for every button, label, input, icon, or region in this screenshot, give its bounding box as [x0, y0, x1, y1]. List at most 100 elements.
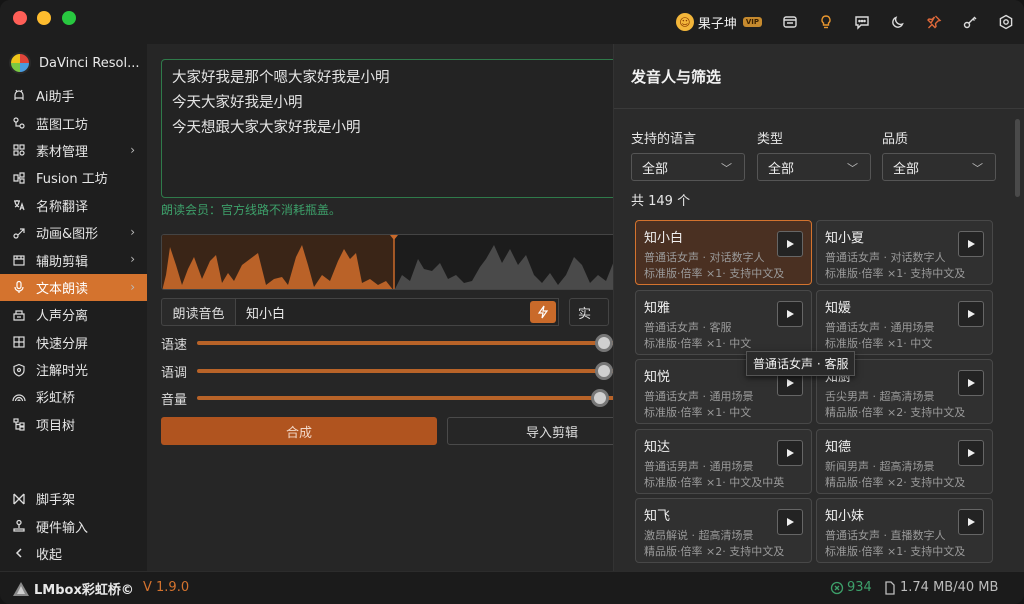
play-button[interactable]	[958, 231, 984, 257]
voice-meta: 精品版·倍率 ×2· 支持中文及...	[644, 545, 784, 559]
pin-icon[interactable]	[916, 6, 952, 38]
voice-meta: 标准版·倍率 ×1· 支持中文及...	[825, 545, 965, 559]
slider-track[interactable]	[197, 334, 621, 352]
user-name: 果子坤	[697, 16, 737, 32]
scrollbar[interactable]	[1015, 119, 1020, 197]
voice-card[interactable]: 知飞 激昂解说 · 超高清场景 精品版·倍率 ×2· 支持中文及...	[635, 498, 812, 564]
sidebar-item-translate[interactable]: 名称翻译	[0, 192, 147, 219]
version: V 1.9.0	[143, 580, 190, 595]
lightbulb-icon[interactable]	[808, 6, 844, 38]
voice-card[interactable]: 知小妹 普通话女声 · 直播数字人 标准版·倍率 ×1· 支持中文及...	[816, 498, 993, 564]
key-icon[interactable]	[952, 6, 988, 38]
microphone-icon	[12, 280, 26, 294]
assets-icon	[12, 143, 26, 157]
brand: LMbox彩虹桥©	[12, 579, 134, 598]
sidebar-item-assets[interactable]: 素材管理 ›	[0, 137, 147, 164]
slider-knob[interactable]	[595, 362, 614, 380]
chevron-down-icon: ﹀	[972, 162, 983, 175]
script-textarea[interactable]: 大家好我是那个嗯大家好我是小明 今天大家好我是小明 今天想跟大家大家好我是小明	[161, 59, 631, 198]
voice-desc: 舌尖男声 · 超高清场景	[825, 390, 935, 404]
play-button[interactable]	[958, 370, 984, 397]
store-icon[interactable]	[772, 6, 808, 38]
play-button[interactable]	[958, 509, 984, 536]
script-line: 今天想跟大家大家好我是小明	[172, 120, 361, 136]
waveform-preview[interactable]	[161, 234, 631, 290]
sidebar-item-label: 收起	[36, 547, 63, 563]
script-line: 今天大家好我是小明	[172, 95, 303, 111]
sidebar-item-fusion[interactable]: Fusion 工坊	[0, 164, 147, 191]
voice-value-field[interactable]: 知小白	[235, 298, 559, 326]
pitch-slider[interactable]: 语调	[161, 361, 621, 381]
lightning-icon[interactable]	[530, 301, 556, 323]
app-selector[interactable]: DaVinci Resol...	[0, 44, 147, 82]
voice-card[interactable]: 知德 新闻男声 · 超高清场景 精品版·倍率 ×2· 支持中文及...	[816, 428, 993, 494]
sidebar-item-grid[interactable]: 快速分屏	[0, 329, 147, 356]
sidebar-item-scaffold[interactable]: 脚手架	[0, 485, 147, 512]
speed-slider[interactable]: 语速	[161, 333, 621, 353]
sidebar-item-label: 蓝图工坊	[36, 117, 89, 133]
sidebar-item-microphone[interactable]: 文本朗读 ›	[0, 273, 147, 302]
member-note: 朗读会员：官方线路不消耗瓶盖。	[161, 203, 342, 217]
divider	[614, 108, 1024, 109]
voice-desc: 普通话女声 · 通用场景	[644, 390, 754, 404]
chevron-right-icon: ›	[130, 252, 135, 267]
play-button[interactable]	[777, 231, 803, 257]
sidebar-item-ai[interactable]: Ai助手	[0, 82, 147, 109]
synthesize-button[interactable]: 合成	[161, 417, 437, 445]
sidebar-item-label: 名称翻译	[36, 199, 89, 215]
voice-card[interactable]: 知媛 普通话女声 · 通用场景 标准版·倍率 ×1· 中文	[816, 289, 993, 355]
user-account[interactable]: ☺ 果子坤 VIP	[675, 13, 762, 32]
status-bar: LMbox彩虹桥© V 1.9.0 934 1.74 MB/40 MB	[0, 571, 1024, 604]
play-button[interactable]	[777, 300, 803, 327]
maximize-window-button[interactable]	[62, 11, 76, 25]
language-select[interactable]: 全部 ﹀	[631, 153, 745, 181]
chevron-right-icon: ›	[130, 279, 135, 294]
sidebar-collapse-button[interactable]: 收起	[0, 540, 147, 567]
animation-icon	[12, 226, 26, 240]
select-value: 全部	[893, 161, 920, 177]
message-icon[interactable]	[844, 6, 880, 38]
voice-meta: 标准版·倍率 ×1· 支持中文及...	[825, 267, 965, 280]
voice-card[interactable]: 知小夏 普通话女声 · 对话数字人 标准版·倍率 ×1· 支持中文及...	[816, 220, 993, 285]
sidebar-item-hardware-input[interactable]: 硬件输入	[0, 512, 147, 539]
vip-badge: VIP	[742, 17, 762, 27]
voice-meta: 标准版·倍率 ×1· 中文	[825, 336, 933, 350]
sidebar-item-shield[interactable]: 注解时光	[0, 356, 147, 383]
volume-slider[interactable]: 音量	[161, 388, 621, 408]
chevron-down-icon: ﹀	[847, 162, 858, 175]
settings-icon[interactable]	[988, 6, 1024, 38]
sidebar-item-edit[interactable]: 辅助剪辑 ›	[0, 246, 147, 273]
slider-track[interactable]	[197, 362, 621, 380]
sidebar-item-vocal-split[interactable]: 人声分离	[0, 301, 147, 328]
play-button[interactable]	[958, 300, 984, 327]
voice-card[interactable]: 知雅 普通话女声 · 客服 标准版·倍率 ×1· 中文	[635, 289, 812, 355]
slider-knob[interactable]	[590, 389, 609, 407]
voice-card[interactable]: 知达 普通话男声 · 通用场景 标准版·倍率 ×1· 中文及中英...	[635, 428, 812, 494]
play-button[interactable]	[958, 439, 984, 466]
minimize-window-button[interactable]	[37, 11, 51, 25]
quality-select[interactable]: 全部 ﹀	[882, 153, 996, 181]
voice-desc: 普通话女声 · 对话数字人	[825, 251, 946, 264]
lmbox-logo-icon	[13, 581, 29, 596]
sidebar-item-animation[interactable]: 动画&图形 ›	[0, 219, 147, 246]
voice-meta: 标准版·倍率 ×1· 中文	[644, 336, 752, 350]
play-button[interactable]	[777, 509, 803, 536]
sidebar-item-rainbow[interactable]: 彩虹桥	[0, 383, 147, 410]
vocal-split-icon	[12, 308, 26, 322]
sidebar-item-blueprint[interactable]: 蓝图工坊	[0, 109, 147, 136]
play-button[interactable]	[777, 439, 803, 466]
voice-extra-button[interactable]: 实	[569, 298, 609, 326]
voice-card[interactable]: 知小白 普通话女声 · 对话数字人 标准版·倍率 ×1· 支持中文及...	[635, 220, 812, 285]
close-window-button[interactable]	[13, 11, 27, 25]
sidebar-item-tree[interactable]: 项目树	[0, 411, 147, 438]
import-to-edit-button[interactable]: 导入剪辑	[447, 417, 637, 445]
slider-track[interactable]	[197, 389, 621, 407]
sidebar-bottom: 脚手架 硬件输入 收起	[0, 485, 147, 567]
type-select[interactable]: 全部 ﹀	[757, 153, 871, 181]
shield-icon	[12, 363, 26, 377]
sidebar: DaVinci Resol... Ai助手蓝图工坊素材管理 › Fusion 工坊名…	[0, 44, 147, 571]
app-window: ☺ 果子坤 VIP DaVinci Resol... Ai助手 蓝图工坊 素材管…	[0, 0, 1024, 604]
moon-icon[interactable]	[880, 6, 916, 38]
brand-name: LMbox彩虹桥©	[34, 583, 134, 598]
slider-knob[interactable]	[595, 334, 614, 352]
